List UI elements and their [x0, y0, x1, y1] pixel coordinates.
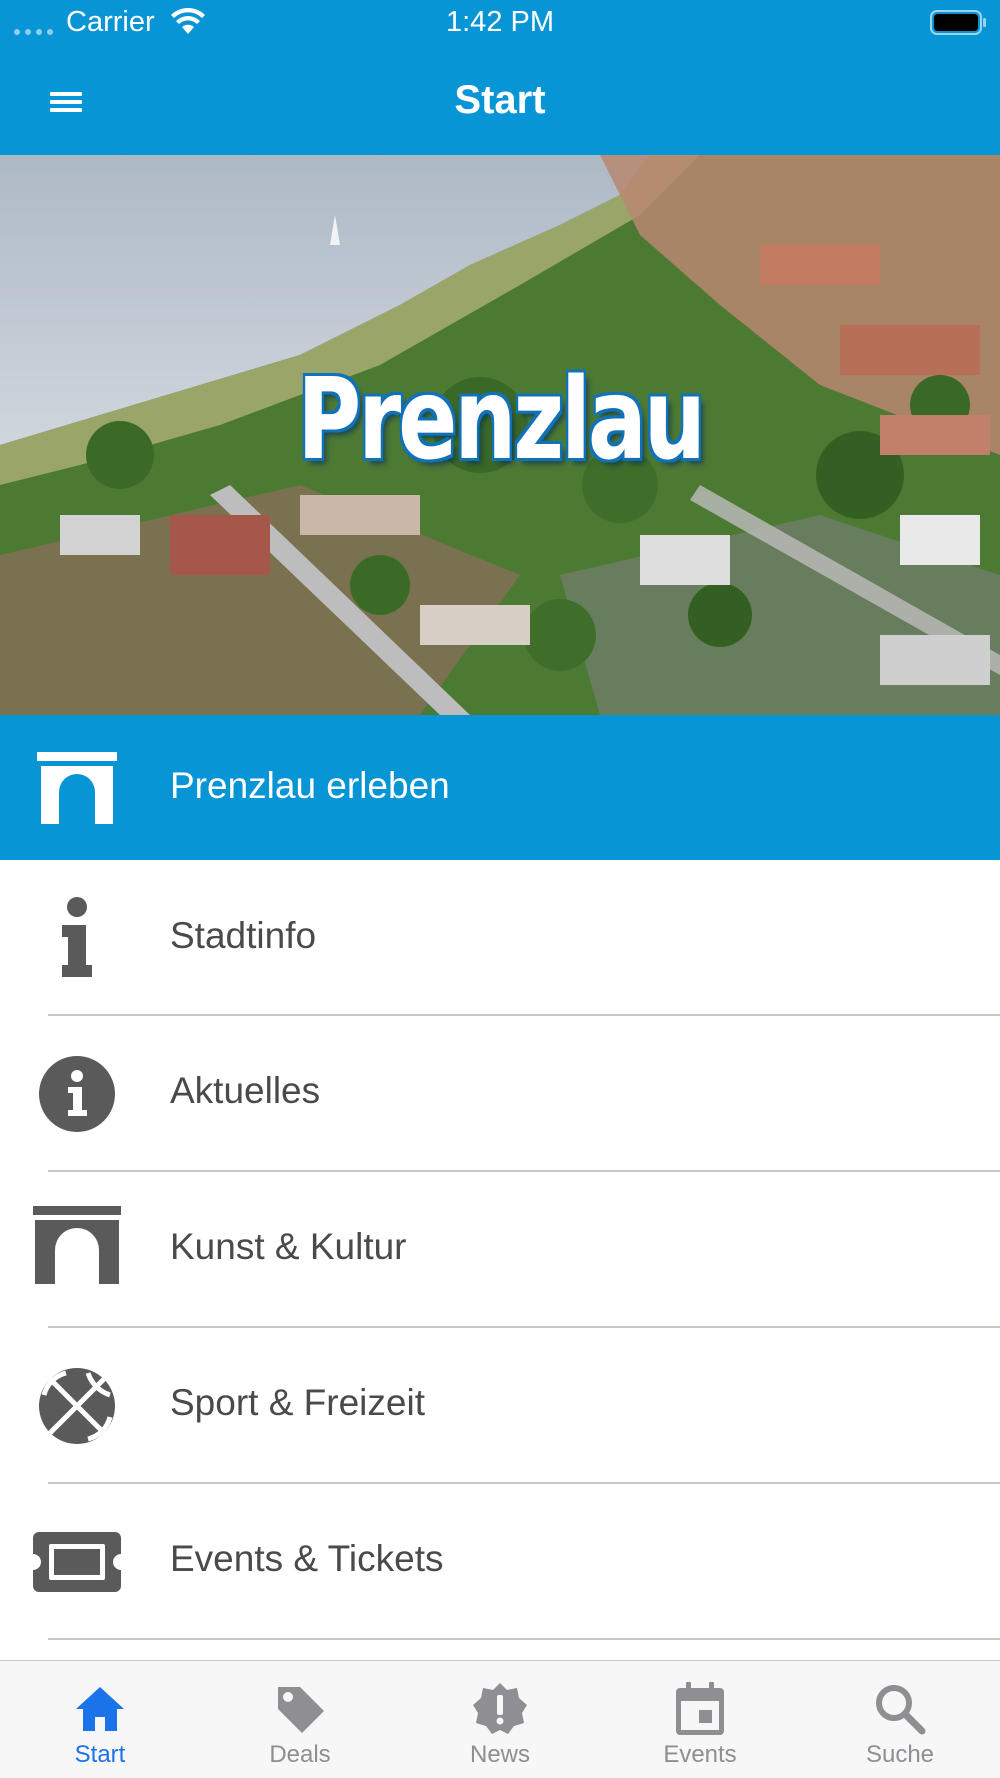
divider [48, 1638, 1000, 1640]
menu-item-stadtinfo[interactable]: Stadtinfo [0, 860, 1000, 1016]
tab-label: Events [663, 1741, 737, 1768]
tab-bar: Start Deals News Events Suche [0, 1660, 1000, 1778]
home-icon [76, 1687, 124, 1731]
menu-item-label: Sport & Freizeit [170, 1382, 425, 1423]
status-bar: Carrier 1:42 PM [0, 0, 1000, 50]
search-icon [876, 1685, 926, 1735]
basketball-icon [32, 1361, 122, 1451]
menu-item-label: Aktuelles [170, 1070, 321, 1111]
menu-item-prenzlau-erleben[interactable]: Prenzlau erleben [0, 715, 1000, 860]
tab-label: Start [74, 1741, 126, 1768]
menu-item-events-tickets[interactable]: Events & Tickets [0, 1484, 1000, 1640]
navigation-bar: Start [0, 50, 1000, 155]
tab-suche[interactable]: Suche [800, 1661, 1000, 1778]
menu-item-label: Stadtinfo [170, 915, 317, 956]
tag-icon [278, 1687, 324, 1733]
tab-events[interactable]: Events [600, 1661, 800, 1778]
hero-title: Prenzlau [297, 355, 706, 485]
menu-item-label: Events & Tickets [170, 1538, 444, 1579]
info-icon [32, 892, 122, 982]
menu-item-sport-freizeit[interactable]: Sport & Freizeit [0, 1328, 1000, 1484]
info-circle-icon [32, 1049, 122, 1139]
tab-label: Deals [269, 1741, 331, 1768]
calendar-icon [676, 1682, 724, 1735]
gate-icon [32, 743, 122, 833]
menu-item-aktuelles[interactable]: Aktuelles [0, 1016, 1000, 1172]
ticket-icon [32, 1517, 122, 1607]
menu-item-kunst-kultur[interactable]: Kunst & Kultur [0, 1172, 1000, 1328]
alert-badge-icon [473, 1683, 527, 1734]
status-time: 1:42 PM [446, 6, 554, 38]
menu-item-label: Kunst & Kultur [170, 1226, 407, 1267]
hero-banner: Prenzlau [0, 155, 1000, 715]
battery-icon [930, 10, 986, 35]
page-title: Start [454, 78, 546, 122]
tab-label: News [469, 1741, 530, 1768]
gate-icon [32, 1200, 122, 1290]
tab-label: Suche [865, 1741, 935, 1768]
tab-news[interactable]: News [400, 1661, 600, 1778]
menu-item-label: Prenzlau erleben [170, 765, 450, 806]
tab-start[interactable]: Start [0, 1661, 200, 1778]
tab-deals[interactable]: Deals [200, 1661, 400, 1778]
